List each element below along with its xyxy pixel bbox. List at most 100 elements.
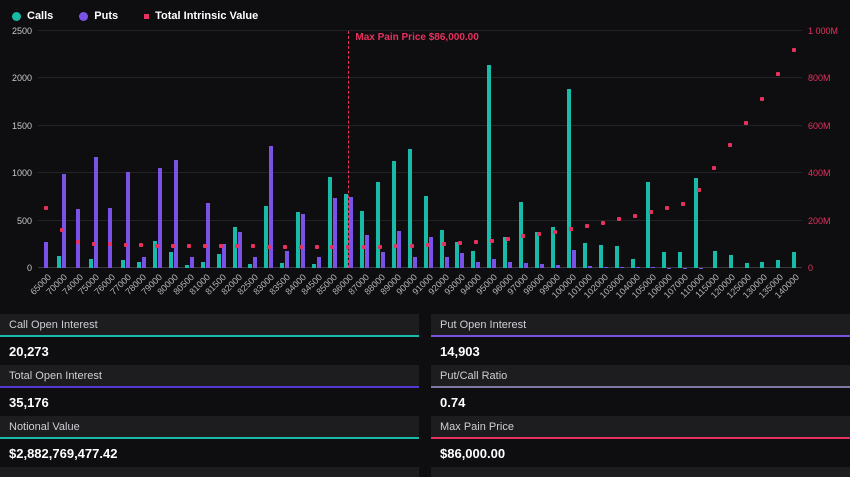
- bar-group-81500[interactable]: [213, 31, 229, 268]
- intrinsic-value-point[interactable]: [124, 243, 128, 247]
- calls-bar[interactable]: [745, 263, 749, 268]
- puts-bar[interactable]: [333, 198, 337, 268]
- bar-group-78000[interactable]: [134, 31, 150, 268]
- bar-group-96000[interactable]: [500, 31, 516, 268]
- puts-bar[interactable]: [44, 242, 48, 268]
- intrinsic-value-point[interactable]: [760, 97, 764, 101]
- puts-bar[interactable]: [158, 168, 162, 268]
- calls-bar[interactable]: [535, 232, 539, 268]
- bar-group-70000[interactable]: [54, 31, 70, 268]
- bar-group-85000[interactable]: [325, 31, 341, 268]
- intrinsic-value-point[interactable]: [251, 244, 255, 248]
- intrinsic-value-point[interactable]: [426, 243, 430, 247]
- calls-bar[interactable]: [503, 237, 507, 268]
- bar-group-84000[interactable]: [293, 31, 309, 268]
- legend-calls[interactable]: Calls: [12, 10, 53, 22]
- calls-bar[interactable]: [631, 259, 635, 268]
- intrinsic-value-point[interactable]: [601, 221, 605, 225]
- puts-bar[interactable]: [508, 262, 512, 268]
- intrinsic-value-point[interactable]: [394, 244, 398, 248]
- calls-bar[interactable]: [678, 252, 682, 268]
- puts-bar[interactable]: [636, 267, 640, 268]
- puts-bar[interactable]: [94, 157, 98, 268]
- legend-intrinsic[interactable]: Total Intrinsic Value: [144, 10, 258, 22]
- puts-bar[interactable]: [108, 208, 112, 268]
- intrinsic-value-point[interactable]: [442, 242, 446, 246]
- calls-bar[interactable]: [713, 251, 717, 268]
- intrinsic-value-point[interactable]: [44, 206, 48, 210]
- puts-bar[interactable]: [588, 266, 592, 268]
- puts-bar[interactable]: [476, 262, 480, 268]
- calls-bar[interactable]: [408, 149, 412, 268]
- calls-bar[interactable]: [328, 177, 332, 268]
- calls-bar[interactable]: [280, 263, 284, 268]
- calls-bar[interactable]: [615, 246, 619, 268]
- bar-group-101000[interactable]: [579, 31, 595, 268]
- calls-bar[interactable]: [729, 255, 733, 268]
- legend-puts[interactable]: Puts: [79, 10, 118, 22]
- calls-bar[interactable]: [424, 196, 428, 268]
- calls-bar[interactable]: [217, 254, 221, 268]
- puts-bar[interactable]: [604, 267, 608, 268]
- bar-group-90000[interactable]: [404, 31, 420, 268]
- bar-group-82000[interactable]: [229, 31, 245, 268]
- calls-bar[interactable]: [392, 161, 396, 268]
- intrinsic-value-point[interactable]: [187, 244, 191, 248]
- bar-group-83000[interactable]: [261, 31, 277, 268]
- intrinsic-value-point[interactable]: [171, 244, 175, 248]
- calls-bar[interactable]: [376, 182, 380, 268]
- intrinsic-value-point[interactable]: [792, 48, 796, 52]
- bar-group-84500[interactable]: [309, 31, 325, 268]
- calls-bar[interactable]: [471, 251, 475, 268]
- intrinsic-value-point[interactable]: [219, 244, 223, 248]
- bar-group-95000[interactable]: [484, 31, 500, 268]
- intrinsic-value-point[interactable]: [490, 239, 494, 243]
- intrinsic-value-point[interactable]: [76, 240, 80, 244]
- calls-bar[interactable]: [344, 194, 348, 268]
- bar-group-74000[interactable]: [70, 31, 86, 268]
- puts-bar[interactable]: [317, 257, 321, 268]
- puts-bar[interactable]: [142, 257, 146, 268]
- calls-bar[interactable]: [646, 182, 650, 268]
- puts-bar[interactable]: [445, 257, 449, 268]
- calls-bar[interactable]: [185, 265, 189, 268]
- bar-group-82500[interactable]: [245, 31, 261, 268]
- bar-group-75000[interactable]: [86, 31, 102, 268]
- calls-bar[interactable]: [201, 262, 205, 268]
- calls-bar[interactable]: [662, 252, 666, 268]
- calls-bar[interactable]: [137, 262, 141, 268]
- bar-group-81000[interactable]: [197, 31, 213, 268]
- bar-group-115000[interactable]: [707, 31, 723, 268]
- intrinsic-value-point[interactable]: [60, 228, 64, 232]
- puts-bar[interactable]: [349, 197, 353, 268]
- calls-bar[interactable]: [360, 211, 364, 268]
- bar-group-120000[interactable]: [723, 31, 739, 268]
- intrinsic-value-point[interactable]: [203, 244, 207, 248]
- intrinsic-value-point[interactable]: [728, 143, 732, 147]
- intrinsic-value-point[interactable]: [569, 227, 573, 231]
- bar-group-91000[interactable]: [420, 31, 436, 268]
- intrinsic-value-point[interactable]: [553, 230, 557, 234]
- intrinsic-value-point[interactable]: [665, 206, 669, 210]
- intrinsic-value-point[interactable]: [139, 243, 143, 247]
- bar-group-94000[interactable]: [468, 31, 484, 268]
- calls-bar[interactable]: [792, 252, 796, 268]
- bar-group-105000[interactable]: [643, 31, 659, 268]
- puts-bar[interactable]: [253, 257, 257, 268]
- bar-group-140000[interactable]: [786, 31, 802, 268]
- bar-group-106000[interactable]: [659, 31, 675, 268]
- puts-bar[interactable]: [76, 209, 80, 268]
- intrinsic-value-point[interactable]: [633, 214, 637, 218]
- calls-bar[interactable]: [121, 260, 125, 268]
- intrinsic-value-point[interactable]: [776, 72, 780, 76]
- puts-bar[interactable]: [620, 267, 624, 268]
- bar-group-79000[interactable]: [149, 31, 165, 268]
- bar-group-92000[interactable]: [436, 31, 452, 268]
- calls-bar[interactable]: [776, 260, 780, 268]
- intrinsic-value-point[interactable]: [267, 245, 271, 249]
- plot-area[interactable]: Max Pain Price $86,000.00: [38, 31, 802, 268]
- intrinsic-value-point[interactable]: [585, 224, 589, 228]
- calls-bar[interactable]: [169, 252, 173, 268]
- puts-bar[interactable]: [556, 265, 560, 268]
- bar-group-87000[interactable]: [356, 31, 372, 268]
